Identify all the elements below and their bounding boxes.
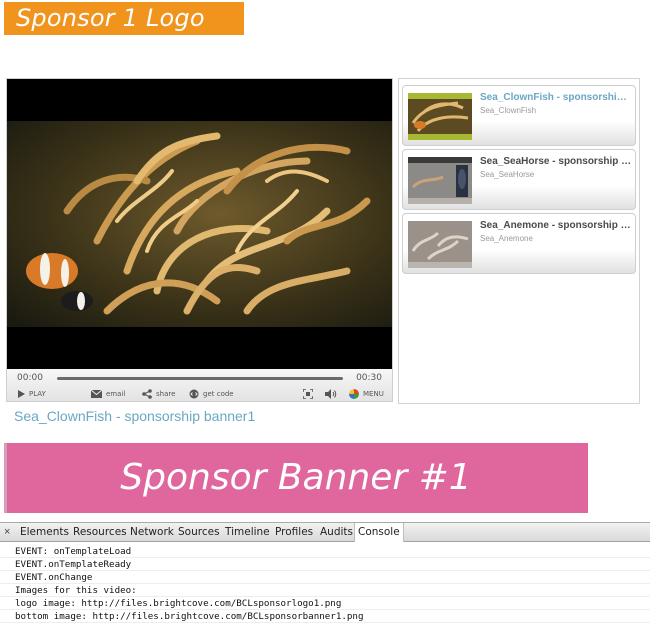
progress-scrubber[interactable] xyxy=(57,377,343,380)
console-line: Images for this video: xyxy=(0,584,650,597)
thumbnail-seahorse xyxy=(408,157,472,204)
play-icon xyxy=(18,390,25,398)
video-title-link[interactable]: Sea_ClownFish - sponsorship banner1 xyxy=(14,408,255,424)
console-line: EVENT.onTemplateReady xyxy=(0,558,650,571)
console-line: EVENT.onChange xyxy=(0,571,650,584)
tab-network[interactable]: Network xyxy=(130,523,174,542)
email-button[interactable]: email xyxy=(91,389,125,399)
code-icon xyxy=(189,389,199,399)
menu-icon xyxy=(349,389,359,399)
playlist-item-title: Sea_ClownFish - sponsorship banner1 xyxy=(480,92,632,103)
current-time: 00:00 xyxy=(17,373,43,383)
thumbnail-clownfish xyxy=(408,93,472,140)
share-icon xyxy=(142,389,152,399)
thumbnail-anemone xyxy=(408,221,472,268)
devtools-panel: × Elements Resources Network Sources Tim… xyxy=(0,522,650,624)
share-button[interactable]: share xyxy=(142,389,175,399)
volume-icon xyxy=(325,389,337,399)
tab-profiles[interactable]: Profiles xyxy=(275,523,313,542)
playlist-item-title: Sea_SeaHorse - sponsorship banner2 xyxy=(480,156,632,167)
play-button[interactable]: PLAY xyxy=(17,389,46,399)
play-label: PLAY xyxy=(29,390,46,398)
volume-button[interactable] xyxy=(325,389,337,399)
console-line: EVENT: onTemplateLoad xyxy=(0,545,650,558)
menu-button[interactable]: MENU xyxy=(349,389,384,399)
video-frame xyxy=(7,121,392,327)
video-display[interactable] xyxy=(7,79,392,369)
playlist-item-subtitle: Sea_SeaHorse xyxy=(480,170,535,179)
tab-elements[interactable]: Elements xyxy=(20,523,69,542)
tab-audits[interactable]: Audits xyxy=(320,523,353,542)
close-icon[interactable]: × xyxy=(4,526,10,538)
video-player: 00:00 00:30 PLAY email share get code ME… xyxy=(6,78,393,402)
share-label: share xyxy=(156,390,176,398)
tab-sources[interactable]: Sources xyxy=(178,523,220,542)
sponsor-logo: Sponsor 1 Logo xyxy=(4,2,244,35)
banner-edge xyxy=(4,443,7,513)
playlist-item[interactable]: Sea_SeaHorse - sponsorship banner2 Sea_S… xyxy=(402,149,636,210)
sponsor-banner: Sponsor Banner #1 xyxy=(4,443,588,513)
tab-resources[interactable]: Resources xyxy=(73,523,127,542)
get-code-button[interactable]: get code xyxy=(189,389,234,399)
get-code-label: get code xyxy=(203,390,234,398)
menu-label: MENU xyxy=(363,390,384,398)
playlist-item-subtitle: Sea_Anemone xyxy=(480,234,533,243)
tab-timeline[interactable]: Timeline xyxy=(225,523,270,542)
email-label: email xyxy=(106,390,126,398)
email-icon xyxy=(91,390,102,398)
tab-console[interactable]: Console xyxy=(354,523,404,542)
player-controls: 00:00 00:30 PLAY email share get code ME… xyxy=(7,369,392,401)
fullscreen-icon xyxy=(303,389,313,399)
playlist-panel: Sea_ClownFish - sponsorship banner1 Sea_… xyxy=(398,78,640,404)
playlist-item[interactable]: Sea_ClownFish - sponsorship banner1 Sea_… xyxy=(402,85,636,146)
fullscreen-button[interactable] xyxy=(303,389,313,399)
total-time: 00:30 xyxy=(356,373,382,383)
devtools-tab-bar: × Elements Resources Network Sources Tim… xyxy=(0,522,650,542)
playlist-item-title: Sea_Anemone - sponsorship banner3 xyxy=(480,220,632,231)
playlist-item-subtitle: Sea_ClownFish xyxy=(480,106,537,115)
console-line: logo image: http://files.brightcove.com/… xyxy=(0,597,650,610)
console-line: bottom image: http://files.brightcove.co… xyxy=(0,610,650,623)
playlist-item[interactable]: Sea_Anemone - sponsorship banner3 Sea_An… xyxy=(402,213,636,274)
